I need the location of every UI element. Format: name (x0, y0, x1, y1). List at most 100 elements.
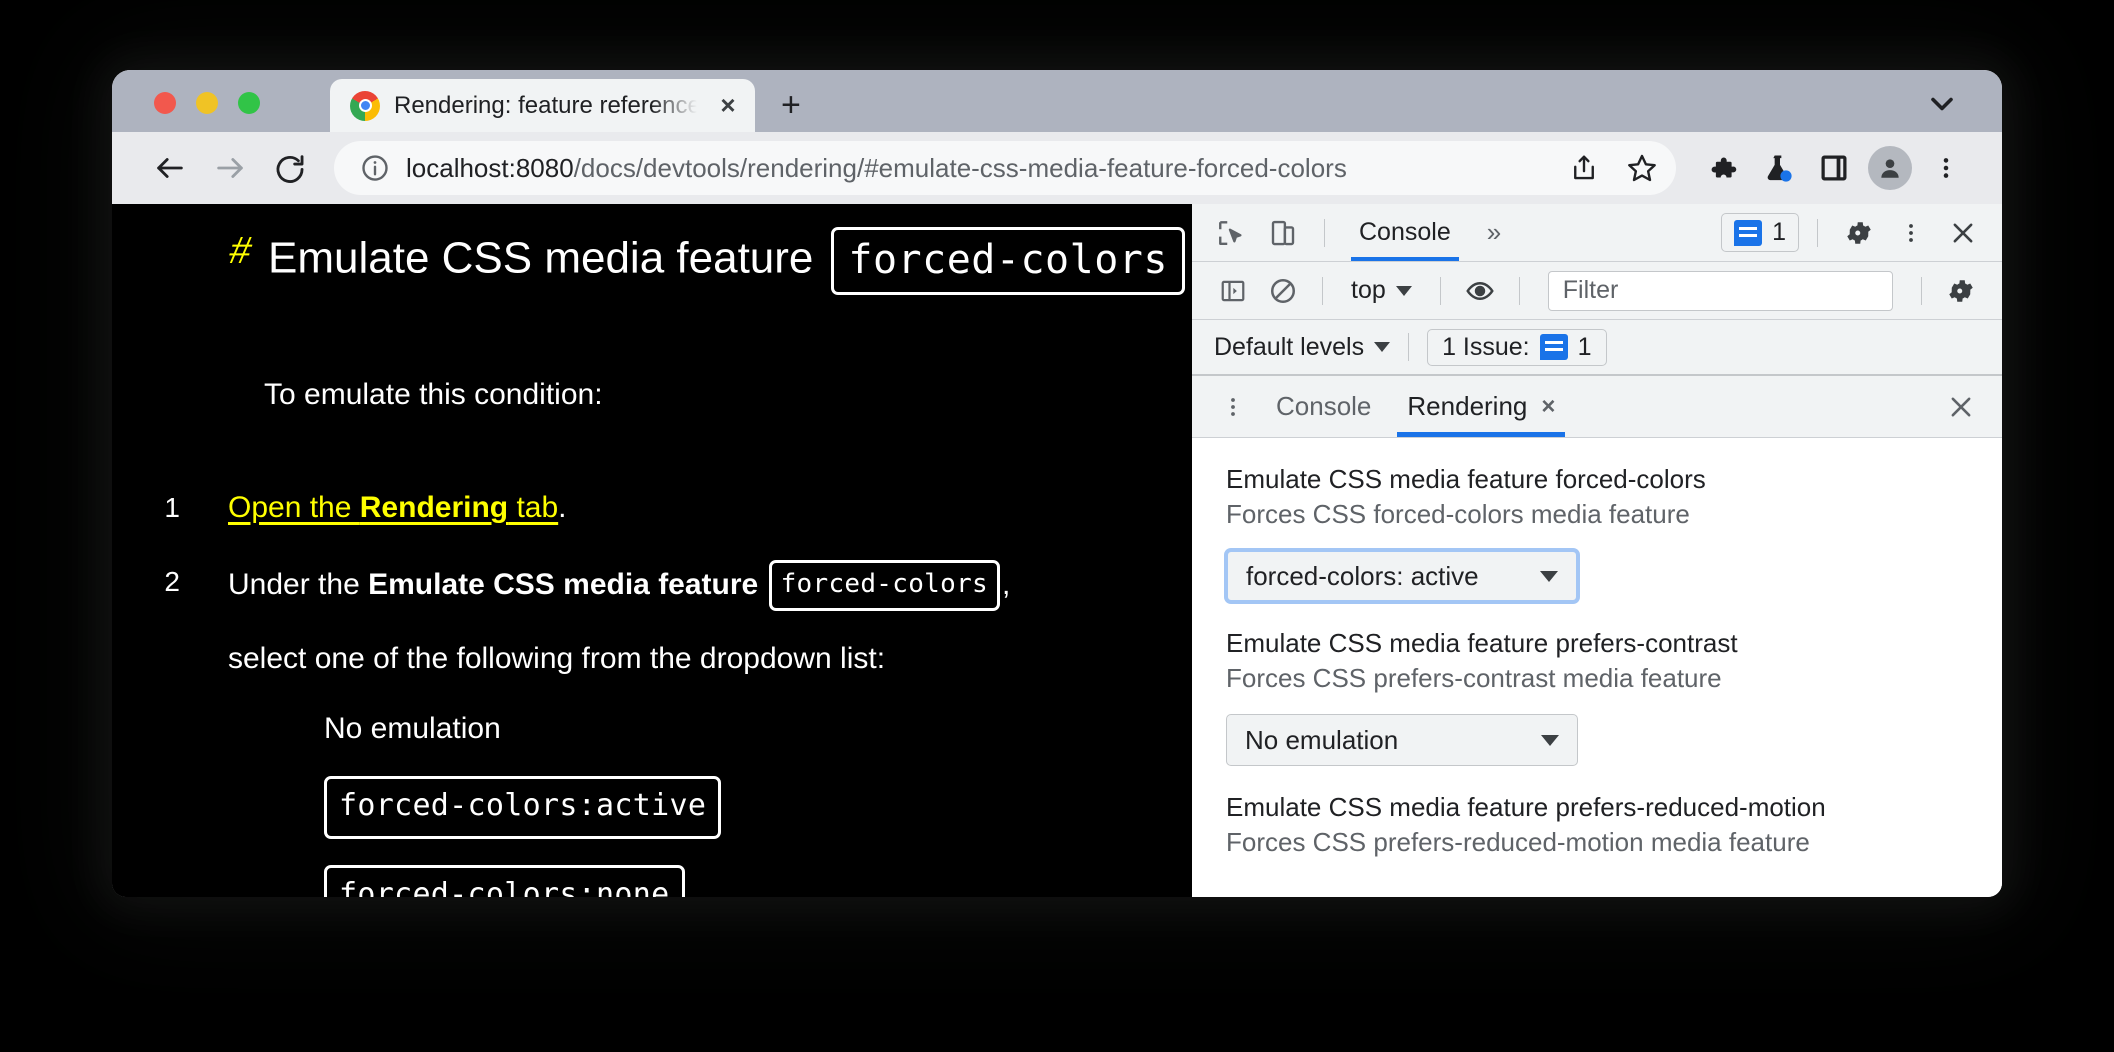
setting-description: Forces CSS prefers-reduced-motion media … (1226, 827, 1810, 857)
console-levels-row: Default levels 1 Issue: 1 (1192, 320, 2002, 376)
close-window-button[interactable] (154, 92, 176, 114)
setting-prefers-reduced-motion: Emulate CSS media feature prefers-reduce… (1226, 792, 1968, 858)
inspect-element-icon[interactable] (1208, 211, 1254, 255)
close-devtools-icon[interactable] (1940, 211, 1986, 255)
list-item: 2 Under the Emulate CSS media feature fo… (112, 559, 1190, 897)
step-line-2: select one of the following from the dro… (228, 642, 886, 676)
step-line-1: Under the Emulate CSS media feature forc… (228, 559, 1190, 612)
step-suffix: , (1001, 567, 1011, 601)
anchor-link-icon[interactable]: # (225, 230, 256, 273)
console-sidebar-icon[interactable] (1210, 269, 1256, 313)
list-item: forced-colors:none (324, 864, 1190, 897)
execution-context-label: top (1351, 276, 1386, 304)
bookmark-star-icon[interactable] (1616, 142, 1668, 194)
filter-input[interactable]: Filter (1547, 270, 1893, 311)
web-page-viewport: # Emulate CSS media feature forced-colors… (112, 204, 1190, 897)
drawer-tab-label: Rendering (1407, 391, 1528, 421)
live-expression-icon[interactable] (1457, 269, 1503, 313)
chevron-down-icon (1540, 570, 1558, 582)
chevron-down-icon[interactable] (1924, 86, 1960, 122)
browser-tab[interactable]: Rendering: feature reference - × (330, 79, 755, 132)
list-item: 1 Open the Rendering tab. (112, 486, 1190, 530)
tab-close-icon[interactable]: × (711, 90, 745, 121)
lead-paragraph: To emulate this condition: (264, 378, 603, 411)
browser-window: Rendering: feature reference - × + local… (112, 70, 2002, 897)
toolbar-divider (1439, 276, 1441, 305)
prefers-contrast-select[interactable]: No emulation (1226, 714, 1578, 766)
side-panel-icon[interactable] (1808, 142, 1860, 194)
execution-context-selector[interactable]: top (1339, 276, 1424, 305)
content-area: # Emulate CSS media feature forced-colors… (112, 204, 2002, 897)
more-vertical-icon[interactable] (1888, 211, 1934, 255)
option-label: No emulation (324, 711, 501, 745)
reload-icon[interactable] (262, 140, 318, 196)
tab-console[interactable]: Console (1343, 204, 1467, 261)
select-value: forced-colors: active (1246, 560, 1479, 591)
device-toolbar-icon[interactable] (1260, 211, 1306, 255)
devtools-main-toolbar: Console » 1 (1192, 204, 2002, 262)
tab-strip: Rendering: feature reference - × + (112, 70, 2002, 132)
rendering-tab-link[interactable]: Open the Rendering tab (228, 491, 558, 524)
step-body: Under the Emulate CSS media feature forc… (228, 559, 1190, 897)
log-levels-label: Default levels (1214, 332, 1365, 361)
setting-prefers-contrast: Emulate CSS media feature prefers-contra… (1226, 628, 1968, 766)
setting-description: Forces CSS prefers-contrast media featur… (1226, 663, 1722, 693)
drawer-tab-close-icon[interactable]: × (1541, 393, 1555, 421)
share-icon[interactable] (1558, 142, 1610, 194)
omnibox-actions (1558, 142, 1668, 194)
toolbar-divider (1817, 218, 1818, 247)
url-host: localhost:8080 (406, 152, 574, 183)
list-item: forced-colors:active (324, 776, 1190, 839)
chrome-logo-icon (350, 90, 380, 121)
link-bold: Rendering (359, 491, 509, 524)
option-code: forced-colors:active (324, 776, 722, 839)
drawer-tab-bar: Console Rendering × (1192, 376, 2002, 438)
select-value: No emulation (1245, 724, 1399, 755)
drawer-tab-rendering[interactable]: Rendering × (1391, 376, 1571, 437)
minimize-window-button[interactable] (196, 92, 218, 114)
step-inline-code: forced-colors (768, 559, 1000, 612)
extensions-puzzle-icon[interactable] (1696, 142, 1748, 194)
more-vertical-icon[interactable] (1210, 385, 1256, 429)
devtools-panel: Console » 1 top Filter Default levels 1 … (1190, 204, 2002, 897)
page-title: Emulate CSS media feature forced-colors (268, 227, 1185, 295)
chevron-down-icon (1374, 342, 1391, 352)
issues-badge[interactable]: 1 (1721, 213, 1799, 252)
tab-title: Rendering: feature reference - (394, 91, 697, 119)
back-icon[interactable] (142, 140, 198, 196)
forced-colors-select[interactable]: forced-colors: active (1226, 550, 1578, 602)
setting-description: Forces CSS forced-colors media feature (1226, 499, 1690, 529)
more-tabs-icon[interactable]: » (1473, 217, 1515, 248)
issue-icon (1734, 219, 1763, 246)
issues-count: 1 (1772, 218, 1786, 246)
new-tab-button[interactable]: + (781, 88, 801, 122)
drawer-tab-console[interactable]: Console (1260, 376, 1387, 437)
address-bar[interactable]: localhost:8080/docs/devtools/rendering/#… (334, 141, 1676, 195)
gear-icon[interactable] (1938, 269, 1984, 313)
issues-text: 1 Issue: (1442, 332, 1530, 361)
issues-summary-pill[interactable]: 1 Issue: 1 (1427, 328, 1607, 366)
page-title-code: forced-colors (831, 227, 1185, 295)
step-number: 2 (164, 565, 180, 597)
chevron-down-icon (1395, 285, 1412, 296)
maximize-window-button[interactable] (238, 92, 260, 114)
site-info-icon[interactable] (358, 151, 392, 185)
toolbar-divider (1322, 276, 1323, 305)
list-item: No emulation (324, 707, 1190, 751)
browser-menu-icon[interactable] (1920, 142, 1972, 194)
close-drawer-icon[interactable] (1938, 385, 1984, 429)
log-levels-selector[interactable]: Default levels (1214, 332, 1391, 362)
step-period: . (558, 491, 567, 524)
drawer-tab-label: Console (1276, 391, 1372, 421)
gear-icon[interactable] (1836, 211, 1882, 255)
window-controls (154, 92, 260, 114)
experiments-flask-icon[interactable] (1752, 142, 1804, 194)
clear-console-icon[interactable] (1260, 269, 1306, 313)
url-text: localhost:8080/docs/devtools/rendering/#… (406, 153, 1558, 184)
issue-icon (1539, 334, 1568, 360)
profile-avatar[interactable] (1868, 146, 1912, 190)
step-number: 1 (164, 492, 180, 523)
chevron-down-icon (1541, 734, 1559, 746)
issues-count: 1 (1577, 332, 1592, 361)
browser-toolbar: localhost:8080/docs/devtools/rendering/#… (112, 132, 2002, 204)
